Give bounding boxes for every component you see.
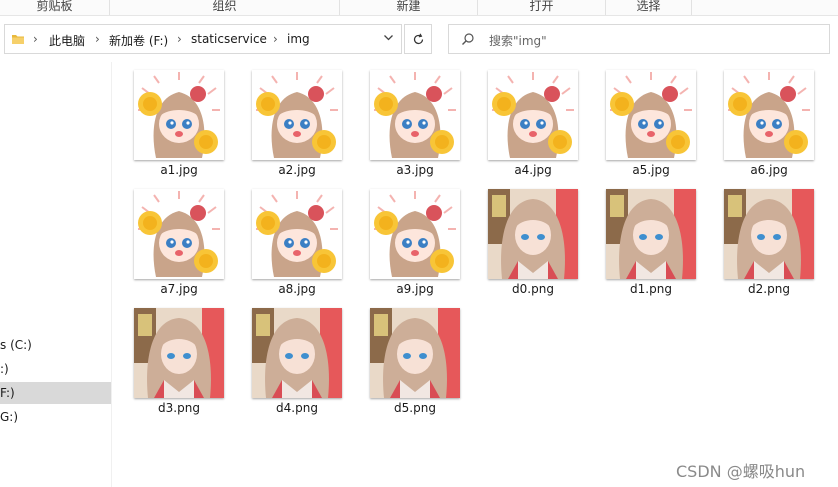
search-icon xyxy=(461,32,475,46)
refresh-button[interactable] xyxy=(404,24,432,54)
file-name: a7.jpg xyxy=(160,282,198,296)
search-placeholder: 搜索"img" xyxy=(489,34,547,48)
file-thumbnail xyxy=(724,70,814,160)
file-thumbnail xyxy=(488,70,578,160)
nav-item-drive-f[interactable]: F:) xyxy=(0,382,111,404)
file-thumbnail xyxy=(252,70,342,160)
chevron-down-icon[interactable] xyxy=(383,32,394,46)
file-item[interactable]: a7.jpg xyxy=(129,181,229,299)
file-name: a1.jpg xyxy=(160,163,198,177)
file-name: a8.jpg xyxy=(278,282,316,296)
file-name: a9.jpg xyxy=(396,282,434,296)
nav-item-drive-d[interactable]: :) xyxy=(0,358,111,380)
refresh-icon xyxy=(412,33,425,50)
file-item[interactable]: a9.jpg xyxy=(365,181,465,299)
breadcrumb-separator-icon: › xyxy=(273,32,278,46)
file-item[interactable]: d5.png xyxy=(365,300,465,418)
file-thumbnail xyxy=(370,189,460,279)
breadcrumb-img[interactable]: img xyxy=(287,32,310,46)
ribbon-group-new: 新建 xyxy=(340,0,478,15)
file-item[interactable]: a3.jpg xyxy=(365,62,465,180)
file-thumbnail xyxy=(134,70,224,160)
file-name: d4.png xyxy=(276,401,318,415)
file-thumbnail xyxy=(488,189,578,279)
file-item[interactable]: d1.png xyxy=(601,181,701,299)
breadcrumb-separator-icon: › xyxy=(177,32,182,46)
file-thumbnail xyxy=(252,189,342,279)
file-name: d1.png xyxy=(630,282,672,296)
ribbon-group-organize: 组织 xyxy=(110,0,340,15)
file-item[interactable]: d2.png xyxy=(719,181,819,299)
file-name: d2.png xyxy=(748,282,790,296)
file-thumbnail xyxy=(370,70,460,160)
nav-item-drive-c[interactable]: s (C:) xyxy=(0,334,111,356)
file-thumbnail xyxy=(370,308,460,398)
file-thumbnail xyxy=(252,308,342,398)
file-name: a4.jpg xyxy=(514,163,552,177)
search-input[interactable]: 搜索"img" xyxy=(448,24,830,54)
address-bar[interactable]: › 此电脑 › 新加卷 (F:) › staticservice › img xyxy=(4,24,402,54)
file-name: a2.jpg xyxy=(278,163,316,177)
breadcrumb-staticservice[interactable]: staticservice xyxy=(191,32,267,46)
ribbon-group-open: 打开 xyxy=(478,0,606,15)
breadcrumb-separator-icon: › xyxy=(33,32,38,46)
breadcrumb-separator-icon: › xyxy=(95,32,100,46)
file-item[interactable]: a2.jpg xyxy=(247,62,347,180)
file-item[interactable]: d3.png xyxy=(129,300,229,418)
nav-item-drive-g[interactable]: G:) xyxy=(0,406,111,428)
file-item[interactable]: a4.jpg xyxy=(483,62,583,180)
file-name: d0.png xyxy=(512,282,554,296)
file-item[interactable]: a1.jpg xyxy=(129,62,229,180)
file-thumbnail xyxy=(724,189,814,279)
watermark: CSDN @螺吸hun xyxy=(676,462,806,481)
file-name: d5.png xyxy=(394,401,436,415)
ribbon-group-clipboard: 剪贴板 xyxy=(0,0,110,15)
file-name: d3.png xyxy=(158,401,200,415)
file-thumbnail xyxy=(134,189,224,279)
file-thumbnail xyxy=(134,308,224,398)
file-thumbnail xyxy=(606,189,696,279)
file-item[interactable]: a8.jpg xyxy=(247,181,347,299)
file-item[interactable]: a5.jpg xyxy=(601,62,701,180)
ribbon-group-select: 选择 xyxy=(606,0,692,15)
file-thumbnail xyxy=(606,70,696,160)
file-name: a3.jpg xyxy=(396,163,434,177)
file-item[interactable]: d0.png xyxy=(483,181,583,299)
file-name: a6.jpg xyxy=(750,163,788,177)
file-item[interactable]: d4.png xyxy=(247,300,347,418)
folder-icon xyxy=(11,32,25,46)
ribbon-group-labels: 剪贴板 组织 新建 打开 选择 xyxy=(0,0,838,16)
navigation-pane[interactable]: s (C:) :) F:) G:) xyxy=(0,62,112,487)
file-name: a5.jpg xyxy=(632,163,670,177)
breadcrumb-this-pc[interactable]: 此电脑 xyxy=(49,32,85,49)
breadcrumb-drive[interactable]: 新加卷 (F:) xyxy=(109,32,168,49)
file-item[interactable]: a6.jpg xyxy=(719,62,819,180)
